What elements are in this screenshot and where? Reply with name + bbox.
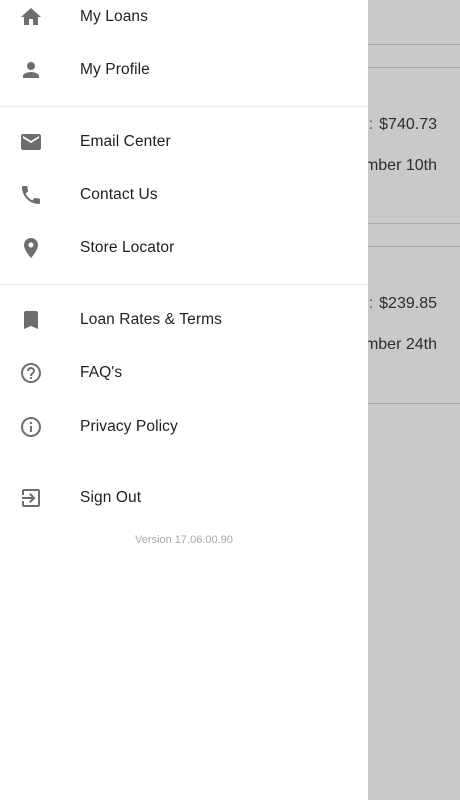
- menu-item-label: Contact Us: [80, 186, 158, 203]
- version-text: Version 17.06.00.90: [135, 534, 233, 546]
- bookmark-icon: [18, 307, 44, 333]
- menu-item-faqs[interactable]: FAQ's: [0, 348, 368, 398]
- menu-item-label: Store Locator: [80, 239, 175, 256]
- section-divider: [0, 106, 368, 107]
- menu-item-my-loans[interactable]: My Loans: [0, 0, 368, 42]
- menu-item-label: Email Center: [80, 133, 171, 150]
- info-circle-icon: [18, 414, 44, 440]
- loan-due-date: mber 24th: [364, 336, 437, 353]
- menu-item-email-center[interactable]: Email Center: [0, 117, 368, 167]
- navigation-drawer: My Loans My Profile Email Center Contact…: [0, 0, 368, 800]
- menu-item-privacy-policy[interactable]: Privacy Policy: [0, 402, 368, 452]
- person-icon: [18, 57, 44, 83]
- location-pin-icon: [18, 235, 44, 261]
- menu-item-label: Privacy Policy: [80, 418, 178, 435]
- menu-item-my-profile[interactable]: My Profile: [0, 45, 368, 95]
- menu-item-label: My Loans: [80, 8, 148, 25]
- sign-out-icon: [18, 485, 44, 511]
- section-divider: [0, 284, 368, 285]
- menu-item-store-locator[interactable]: Store Locator: [0, 223, 368, 273]
- loan-amount: : $740.73: [369, 116, 437, 134]
- loan-amount-value: $740.73: [379, 116, 437, 133]
- menu-item-sign-out[interactable]: Sign Out: [0, 473, 368, 523]
- loan-due-date: mber 10th: [364, 157, 437, 174]
- menu-item-loan-rates-terms[interactable]: Loan Rates & Terms: [0, 295, 368, 345]
- menu-item-contact-us[interactable]: Contact Us: [0, 170, 368, 220]
- loan-amount: : $239.85: [369, 295, 437, 313]
- home-icon: [18, 4, 44, 30]
- separator-glyph: :: [368, 116, 374, 133]
- menu-item-label: My Profile: [80, 61, 150, 78]
- separator-glyph: :: [368, 295, 374, 312]
- menu-item-label: Sign Out: [80, 489, 142, 506]
- loan-amount-value: $239.85: [379, 295, 437, 312]
- phone-icon: [18, 182, 44, 208]
- help-circle-icon: [18, 360, 44, 386]
- menu-item-label: FAQ's: [80, 364, 123, 381]
- menu-item-label: Loan Rates & Terms: [80, 311, 222, 328]
- mail-icon: [18, 129, 44, 155]
